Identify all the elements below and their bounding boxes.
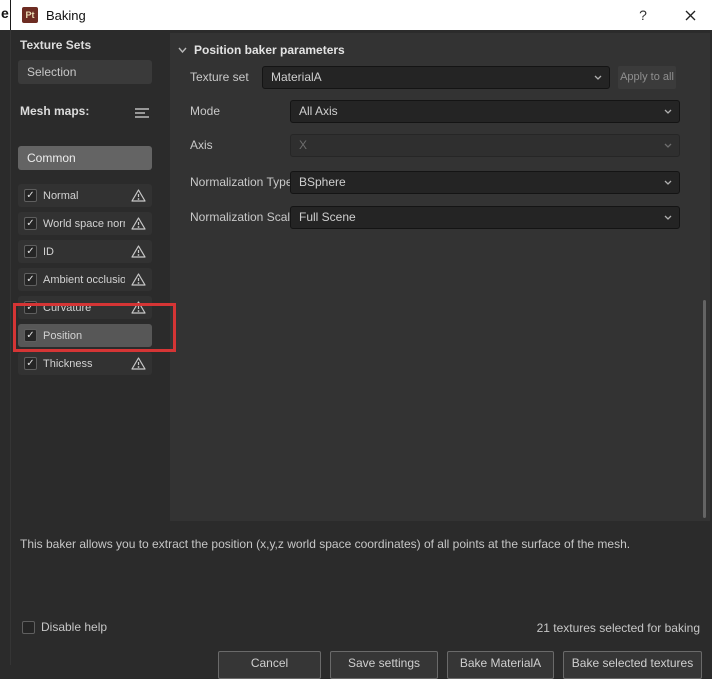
normalization-scale-label: Normalization Scale bbox=[190, 210, 297, 224]
mesh-map-label: Normal bbox=[43, 189, 79, 202]
mesh-map-row-world-space-normal[interactable]: ✓ World space normal bbox=[18, 212, 152, 235]
selection-item[interactable]: Selection bbox=[18, 60, 152, 84]
mesh-map-label: Thickness bbox=[43, 357, 93, 370]
help-button[interactable]: ? bbox=[632, 5, 654, 25]
mode-dropdown[interactable]: All Axis bbox=[290, 100, 680, 123]
texture-set-dropdown[interactable]: MaterialA bbox=[262, 66, 610, 89]
checkbox-checked[interactable]: ✓ bbox=[24, 189, 37, 202]
mesh-map-label: Ambient occlusion bbox=[43, 273, 125, 286]
normalization-type-dropdown[interactable]: BSphere bbox=[290, 171, 680, 194]
check-icon: ✓ bbox=[26, 273, 35, 285]
chevron-down-icon bbox=[594, 75, 602, 80]
chevron-down-icon bbox=[664, 109, 672, 114]
mesh-map-row-thickness[interactable]: ✓ Thickness bbox=[18, 352, 152, 375]
mesh-map-label: Curvature bbox=[43, 301, 92, 314]
texture-set-label: Texture set bbox=[190, 70, 249, 84]
mesh-map-row-ambient-occlusion[interactable]: ✓ Ambient occlusion bbox=[18, 268, 152, 291]
mesh-map-row-id[interactable]: ✓ ID bbox=[18, 240, 152, 263]
menu-lines-icon bbox=[135, 108, 149, 118]
vertical-scrollbar[interactable] bbox=[703, 300, 706, 518]
check-icon: ✓ bbox=[26, 357, 35, 369]
dropdown-value: All Axis bbox=[299, 104, 338, 118]
save-settings-button[interactable]: Save settings bbox=[330, 651, 438, 679]
checkbox-checked[interactable]: ✓ bbox=[24, 245, 37, 258]
window-title: Baking bbox=[46, 8, 86, 23]
checkbox-checked[interactable]: ✓ bbox=[24, 217, 37, 230]
dropdown-value: X bbox=[299, 138, 308, 152]
normalization-type-label: Normalization Type bbox=[190, 175, 293, 189]
baker-help-text: This baker allows you to extract the pos… bbox=[20, 537, 631, 551]
mode-label: Mode bbox=[190, 104, 221, 118]
mesh-map-row-position[interactable]: ✓ Position bbox=[18, 324, 152, 347]
checkbox-unchecked[interactable] bbox=[22, 620, 35, 634]
chevron-down-icon bbox=[178, 47, 187, 53]
disable-help-control[interactable]: Disable help bbox=[22, 620, 107, 634]
chevron-down-icon bbox=[664, 143, 672, 148]
title-bar bbox=[0, 0, 712, 30]
mesh-map-label: World space normal bbox=[43, 217, 125, 230]
checkbox-checked[interactable]: ✓ bbox=[24, 273, 37, 286]
mesh-maps-menu-button[interactable] bbox=[134, 106, 150, 124]
dropdown-value: Full Scene bbox=[299, 210, 356, 224]
checkbox-checked[interactable]: ✓ bbox=[24, 301, 37, 314]
bake-material-button[interactable]: Bake MaterialA bbox=[447, 651, 554, 679]
warning-icon bbox=[131, 189, 146, 202]
checkbox-checked[interactable]: ✓ bbox=[24, 329, 37, 342]
warning-icon bbox=[131, 301, 146, 314]
mesh-map-row-normal[interactable]: ✓ Normal bbox=[18, 184, 152, 207]
disable-help-label: Disable help bbox=[41, 620, 108, 634]
dialog-left-border bbox=[10, 30, 11, 665]
cancel-button[interactable]: Cancel bbox=[218, 651, 321, 679]
window-left-edge bbox=[10, 0, 11, 30]
dropdown-value: MaterialA bbox=[271, 70, 322, 84]
warning-icon bbox=[131, 357, 146, 370]
app-icon: Pt bbox=[22, 7, 38, 23]
mesh-map-row-curvature[interactable]: ✓ Curvature bbox=[18, 296, 152, 319]
bake-selected-textures-button[interactable]: Bake selected textures bbox=[563, 651, 702, 679]
texture-sets-header: Texture Sets bbox=[20, 38, 92, 52]
background-window-fragment: e bbox=[1, 5, 9, 21]
normalization-scale-dropdown[interactable]: Full Scene bbox=[290, 206, 680, 229]
warning-icon bbox=[131, 273, 146, 286]
textures-selected-status: 21 textures selected for baking bbox=[536, 621, 700, 635]
chevron-down-icon bbox=[664, 180, 672, 185]
check-icon: ✓ bbox=[26, 245, 35, 257]
close-button[interactable] bbox=[678, 4, 702, 26]
mesh-maps-header: Mesh maps: bbox=[20, 104, 90, 118]
check-icon: ✓ bbox=[26, 189, 35, 201]
dropdown-value: BSphere bbox=[299, 175, 346, 189]
axis-dropdown[interactable]: X bbox=[290, 134, 680, 157]
mesh-map-label: Position bbox=[43, 329, 83, 342]
baker-parameters-panel: Position baker parameters Texture set Ma… bbox=[170, 33, 710, 521]
close-icon bbox=[685, 10, 695, 20]
warning-icon bbox=[131, 245, 146, 258]
axis-label: Axis bbox=[190, 138, 213, 152]
check-icon: ✓ bbox=[26, 217, 35, 229]
chevron-down-icon bbox=[664, 215, 672, 220]
check-icon: ✓ bbox=[26, 329, 35, 341]
warning-icon bbox=[131, 217, 146, 230]
apply-to-all-button[interactable]: Apply to all bbox=[618, 66, 676, 89]
common-tab[interactable]: Common bbox=[18, 146, 152, 170]
section-header[interactable]: Position baker parameters bbox=[178, 43, 345, 57]
mesh-map-label: ID bbox=[43, 245, 54, 258]
check-icon: ✓ bbox=[26, 301, 35, 313]
section-title: Position baker parameters bbox=[194, 43, 345, 57]
checkbox-checked[interactable]: ✓ bbox=[24, 357, 37, 370]
